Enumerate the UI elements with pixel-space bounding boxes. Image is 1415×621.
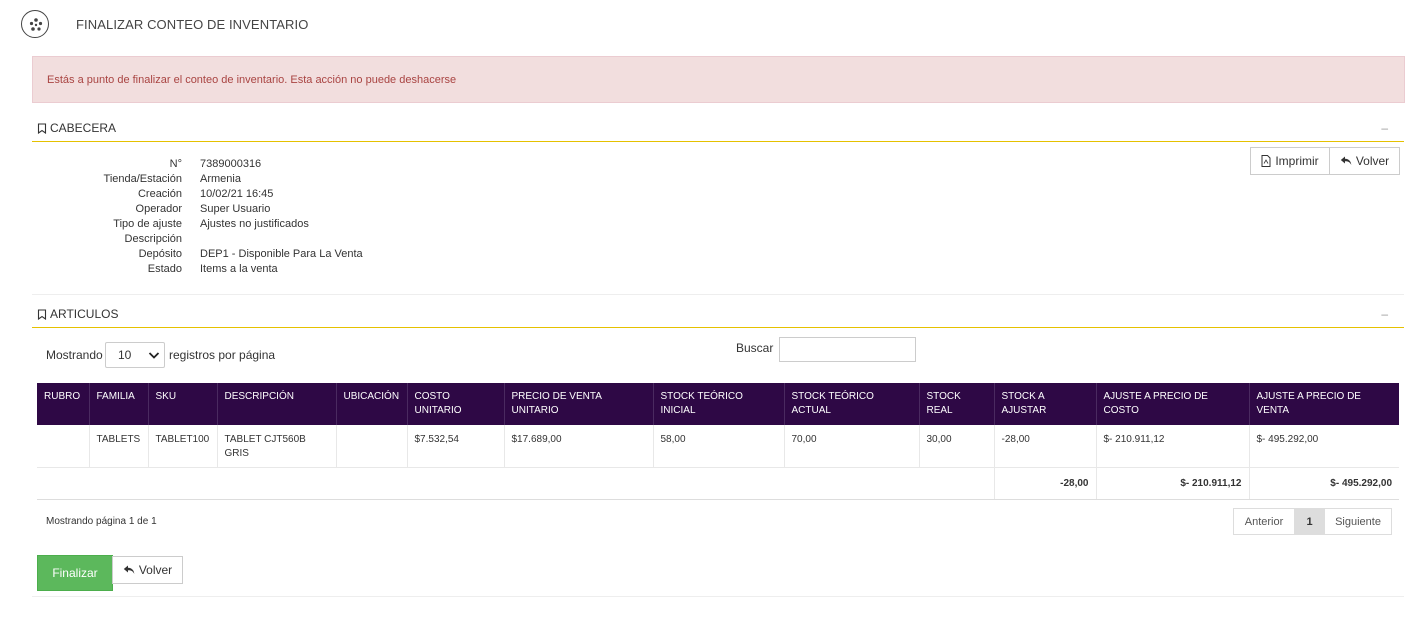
finalize-label: Finalizar — [52, 566, 98, 580]
field-estado: Estado Items a la venta — [147, 263, 278, 275]
chevron-down-icon — [148, 352, 160, 359]
table-cell: $7.532,54 — [407, 425, 505, 467]
column-header[interactable]: FAMILIA — [89, 383, 149, 425]
paging-info: Mostrando página 1 de 1 — [46, 516, 157, 527]
field-tipo-ajuste: Tipo de ajuste Ajustes no justificados — [113, 218, 309, 230]
field-numero: N° 7389000316 — [169, 158, 262, 170]
totals-row: -28,00 $- 210.911,12 $- 495.292,00 — [37, 466, 1399, 500]
column-header[interactable]: RUBRO — [37, 383, 90, 425]
column-header[interactable]: STOCK TEÓRICO INICIAL — [653, 383, 785, 425]
table-cell: TABLETS — [89, 425, 149, 467]
pagination-prev[interactable]: Anterior — [1233, 508, 1295, 535]
articulos-section-header: ARTICULOS – — [32, 304, 1404, 328]
total-ajuste-costo: $- 210.911,12 — [1096, 466, 1250, 500]
back-label-bottom: Volver — [138, 563, 173, 577]
page-size-select[interactable]: 10 — [105, 342, 165, 368]
pagination-next[interactable]: Siguiente — [1324, 508, 1392, 535]
table-cell: TABLET100 — [148, 425, 218, 467]
cabecera-title: CABECERA — [50, 121, 117, 135]
column-header[interactable]: AJUSTE A PRECIO DE COSTO — [1096, 383, 1250, 425]
search-label: Buscar — [736, 341, 774, 355]
cabecera-section-header: CABECERA – — [32, 118, 1404, 142]
column-header[interactable]: STOCK A AJUSTAR — [994, 383, 1097, 425]
table-cell — [37, 425, 90, 467]
search-input[interactable] — [779, 337, 916, 362]
cabecera-fields: N° 7389000316 Tienda/Estación Armenia Crea… — [32, 157, 363, 277]
table-cell: $- 495.292,00 — [1256, 434, 1319, 445]
pdf-file-icon — [1261, 155, 1271, 167]
field-tienda: Tienda/Estación Armenia — [103, 173, 241, 185]
footer-divider — [32, 596, 1404, 597]
total-stock-ajustar: -28,00 — [993, 466, 1097, 500]
totals-spacer — [37, 466, 994, 500]
table-cell: 58,00 — [653, 425, 785, 467]
column-header[interactable]: STOCK REAL — [919, 383, 995, 425]
table-header-row: RUBRO FAMILIA SKU DESCRIPCIÓN UBICACIÓN … — [37, 383, 1399, 425]
table-cell: 70,00 — [784, 425, 920, 467]
alert-message: Estás a punto de finalizar el conteo de … — [47, 74, 457, 86]
column-header[interactable]: AJUSTE A PRECIO DE VENTA — [1249, 383, 1399, 425]
bookmark-icon — [37, 122, 47, 134]
pagination: Anterior 1 Siguiente — [1233, 508, 1392, 535]
table-cell: 30,00 — [919, 425, 995, 467]
finalize-button[interactable]: Finalizar — [37, 555, 113, 591]
back-button-bottom[interactable]: Volver — [112, 556, 183, 584]
back-button-top[interactable]: Volver — [1329, 147, 1400, 175]
field-deposito: Depósito DEP1 - Disponible Para La Venta — [138, 248, 363, 260]
column-header[interactable]: DESCRIPCIÓN — [217, 383, 337, 425]
pagination-page-1[interactable]: 1 — [1294, 508, 1325, 535]
page-size-value: 10 — [118, 348, 132, 362]
table-cell: $- 210.911,12 — [1096, 425, 1250, 467]
per-page-label: registros por página — [169, 348, 276, 362]
column-header[interactable]: UBICACIÓN — [336, 383, 408, 425]
print-button[interactable]: Imprimir — [1250, 147, 1330, 175]
table-row: TABLETS TABLET100 TABLET CJT560B GRIS $7… — [37, 425, 1399, 467]
warning-alert: Estás a punto de finalizar el conteo de … — [32, 56, 1405, 103]
bookmark-icon — [37, 308, 47, 320]
table-cell: -28,00 — [994, 425, 1097, 467]
field-operador: Operador Super Usuario — [135, 203, 271, 215]
column-header[interactable]: PRECIO DE VENTA UNITARIO — [504, 383, 654, 425]
cabecera-collapse-button[interactable]: – — [1381, 121, 1388, 135]
section-divider — [32, 294, 1404, 295]
articulos-title: ARTICULOS — [50, 307, 119, 321]
articles-table: RUBRO FAMILIA SKU DESCRIPCIÓN UBICACIÓN … — [37, 383, 1399, 500]
cabecera-actions: Imprimir Volver — [1250, 147, 1400, 175]
table-cell — [336, 425, 408, 467]
total-ajuste-venta: $- 495.292,00 — [1249, 466, 1399, 500]
field-descripcion: Descripción — [124, 233, 182, 245]
cluster-icon — [21, 10, 49, 38]
showing-label: Mostrando — [46, 348, 103, 362]
back-label-top: Volver — [1355, 154, 1390, 168]
table-cell: TABLET CJT560B GRIS — [217, 425, 337, 467]
field-creacion: Creación 10/02/21 16:45 — [137, 188, 274, 200]
reply-icon — [123, 565, 135, 574]
articulos-collapse-button[interactable]: – — [1381, 307, 1388, 321]
column-header[interactable]: STOCK TEÓRICO ACTUAL — [784, 383, 920, 425]
column-header[interactable]: COSTO UNITARIO — [407, 383, 505, 425]
table-cell: $17.689,00 — [504, 425, 654, 467]
column-header[interactable]: SKU — [148, 383, 218, 425]
print-label: Imprimir — [1275, 154, 1319, 168]
page-title: FINALIZAR CONTEO DE INVENTARIO — [76, 17, 309, 32]
reply-icon — [1340, 156, 1352, 165]
